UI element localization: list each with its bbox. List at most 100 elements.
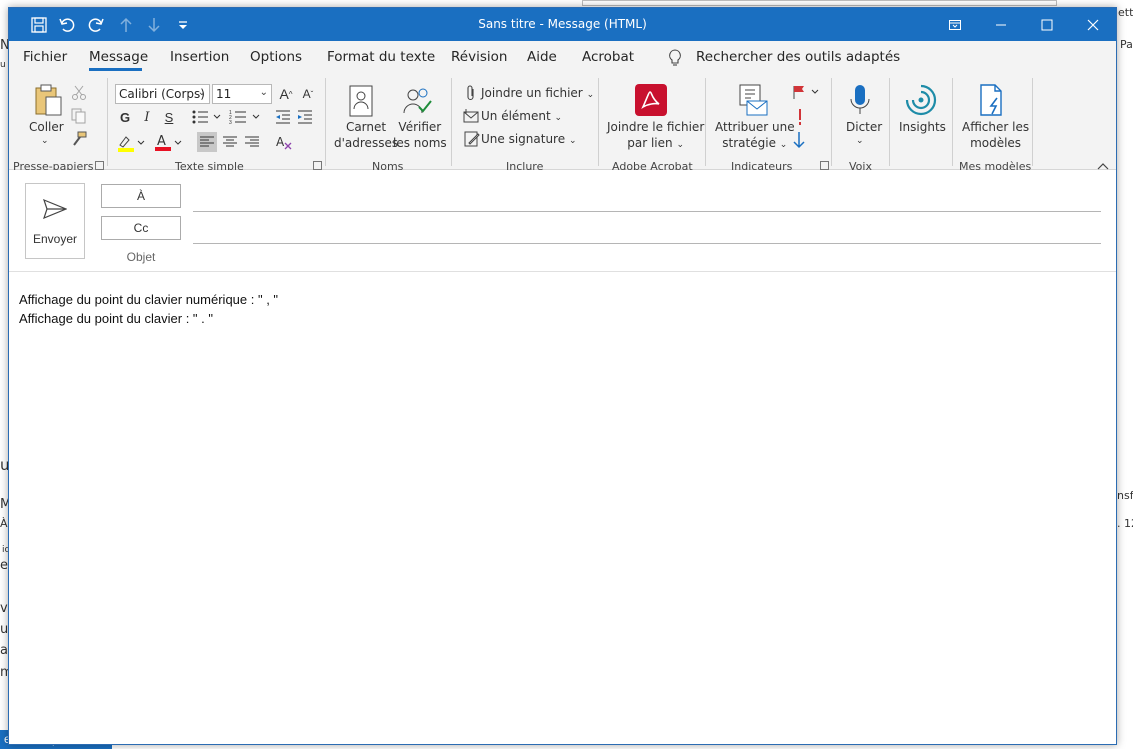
background-text: nsf (1117, 489, 1133, 502)
grow-font-icon[interactable]: A ^ (276, 84, 296, 104)
underline-button[interactable]: S (159, 107, 179, 127)
decrease-indent-icon[interactable] (275, 109, 291, 128)
address-book-label-1: Carnet (345, 120, 387, 134)
show-templates-button[interactable]: Afficher les modèles (962, 119, 1029, 151)
search-tools[interactable]: Rechercher des outils adaptés (696, 49, 900, 65)
chevron-down-icon: ⌄ (259, 87, 268, 98)
ribbon-display-icon[interactable] (932, 8, 978, 41)
align-left-icon[interactable] (197, 132, 217, 152)
align-center-icon[interactable] (220, 132, 240, 152)
flag-icon[interactable] (792, 85, 822, 102)
microphone-icon[interactable] (849, 84, 871, 119)
chevron-down-icon: ⌄ (568, 136, 577, 146)
chevron-down-icon: ⌄ (554, 113, 563, 123)
address-book-label-2: d'adresses (334, 136, 399, 150)
assign-policy-label-1: Attribuer une (715, 120, 795, 134)
low-importance-icon[interactable] (792, 131, 806, 152)
group-separator (831, 78, 832, 166)
font-name-value: Calibri (Corps) (119, 87, 205, 101)
italic-button[interactable]: I (137, 107, 157, 127)
group-separator (952, 78, 953, 166)
close-button[interactable] (1070, 8, 1116, 41)
chevron-down-icon[interactable]: ⌄ (856, 133, 864, 149)
body-line: Affichage du point du clavier : " . " (19, 311, 213, 326)
maximize-button[interactable] (1024, 8, 1070, 41)
clear-formatting-icon[interactable]: A (274, 132, 294, 152)
attach-item-label: Un élément (481, 109, 551, 123)
background-text: ettr (1118, 6, 1133, 19)
address-book-button[interactable]: Carnet d'adresses (334, 119, 398, 151)
minimize-button[interactable] (978, 8, 1024, 41)
to-button[interactable]: À (101, 184, 181, 208)
svg-text:3: 3 (229, 120, 232, 125)
dialog-launcher-icon[interactable] (820, 161, 829, 170)
increase-indent-icon[interactable] (297, 109, 313, 128)
signature-button[interactable]: Une signature ⌄ (481, 132, 577, 146)
highlight-icon[interactable] (117, 134, 147, 155)
attach-by-link-label-1: Joindre le fichier (607, 120, 705, 134)
background-text: u (0, 60, 6, 70)
attach-by-link-button[interactable]: Joindre le fichier par lien ⌄ (607, 119, 704, 153)
clipboard-icon[interactable] (33, 83, 63, 120)
cc-button[interactable]: Cc (101, 216, 181, 240)
background-text: e (0, 558, 8, 573)
ribbon: Coller ⌄ Presse-papiers Calibri (Corps) … (9, 73, 1116, 173)
dictate-button[interactable]: Dicter (846, 119, 882, 135)
templates-label-2: modèles (970, 136, 1022, 150)
message-window: Sans titre - Message (HTML) Fichier Mess… (8, 7, 1117, 745)
tab-fichier[interactable]: Fichier (23, 49, 67, 65)
insights-button[interactable]: Insights (899, 119, 946, 135)
dialog-launcher-icon[interactable] (95, 161, 104, 170)
group-separator (705, 78, 706, 166)
scissors-icon[interactable] (71, 85, 87, 104)
active-tab-indicator (89, 68, 142, 71)
font-name-select[interactable]: Calibri (Corps) ⌄ (115, 84, 210, 104)
message-body[interactable]: Affichage du point du clavier numérique … (19, 290, 278, 328)
chevron-down-icon[interactable]: ⌄ (41, 133, 49, 149)
background-text: Pa (1120, 38, 1133, 51)
acrobat-pdf-icon[interactable] (635, 84, 667, 119)
title-bar: Sans titre - Message (HTML) (9, 8, 1116, 41)
background-panel (582, 0, 1057, 6)
tab-options[interactable]: Options (250, 49, 302, 65)
background-text: u (0, 622, 9, 637)
background-text: v (0, 601, 8, 616)
copy-icon[interactable] (71, 108, 87, 127)
tab-revision[interactable]: Révision (451, 49, 507, 65)
align-right-icon[interactable] (242, 132, 262, 152)
high-importance-icon[interactable] (796, 108, 804, 129)
templates-icon[interactable] (979, 84, 1007, 119)
cc-field[interactable] (193, 243, 1101, 244)
insights-icon[interactable] (905, 84, 937, 119)
tab-format-du-texte[interactable]: Format du texte (327, 49, 435, 65)
to-field[interactable] (193, 211, 1101, 212)
background-text: . 12 (1117, 517, 1133, 530)
tab-message[interactable]: Message (89, 49, 148, 65)
group-separator (1032, 78, 1033, 166)
bold-button[interactable]: G (115, 107, 135, 127)
font-size-select[interactable]: 11 ⌄ (212, 84, 272, 104)
tab-insertion[interactable]: Insertion (170, 49, 229, 65)
chevron-down-icon: ⌄ (779, 140, 788, 150)
shrink-font-icon[interactable]: Aˇ (298, 84, 318, 104)
address-book-icon[interactable] (348, 85, 374, 120)
assign-policy-icon[interactable] (737, 84, 769, 119)
lightbulb-icon (668, 49, 682, 70)
attach-file-button[interactable]: Joindre un fichier ⌄ (481, 86, 594, 100)
signature-icon (464, 131, 480, 150)
numbered-list-icon[interactable]: 123 (229, 109, 261, 128)
dialog-launcher-icon[interactable] (313, 161, 322, 170)
tab-acrobat[interactable]: Acrobat (582, 49, 634, 65)
check-names-icon[interactable] (401, 85, 433, 120)
tab-aide[interactable]: Aide (527, 49, 557, 65)
assign-policy-button[interactable]: Attribuer une stratégie ⌄ (715, 119, 795, 153)
bullet-list-icon[interactable] (191, 109, 221, 128)
send-button[interactable]: Envoyer (25, 183, 85, 259)
format-painter-icon[interactable] (71, 131, 87, 150)
menu-bar: Fichier Message Insertion Options Format… (9, 41, 1116, 73)
font-color-icon[interactable]: A (155, 133, 185, 154)
attach-item-button[interactable]: Un élément ⌄ (481, 109, 562, 123)
font-size-value: 11 (216, 87, 232, 101)
check-names-button[interactable]: Vérifier les noms (393, 119, 447, 151)
attach-file-label: Joindre un fichier (481, 86, 583, 100)
